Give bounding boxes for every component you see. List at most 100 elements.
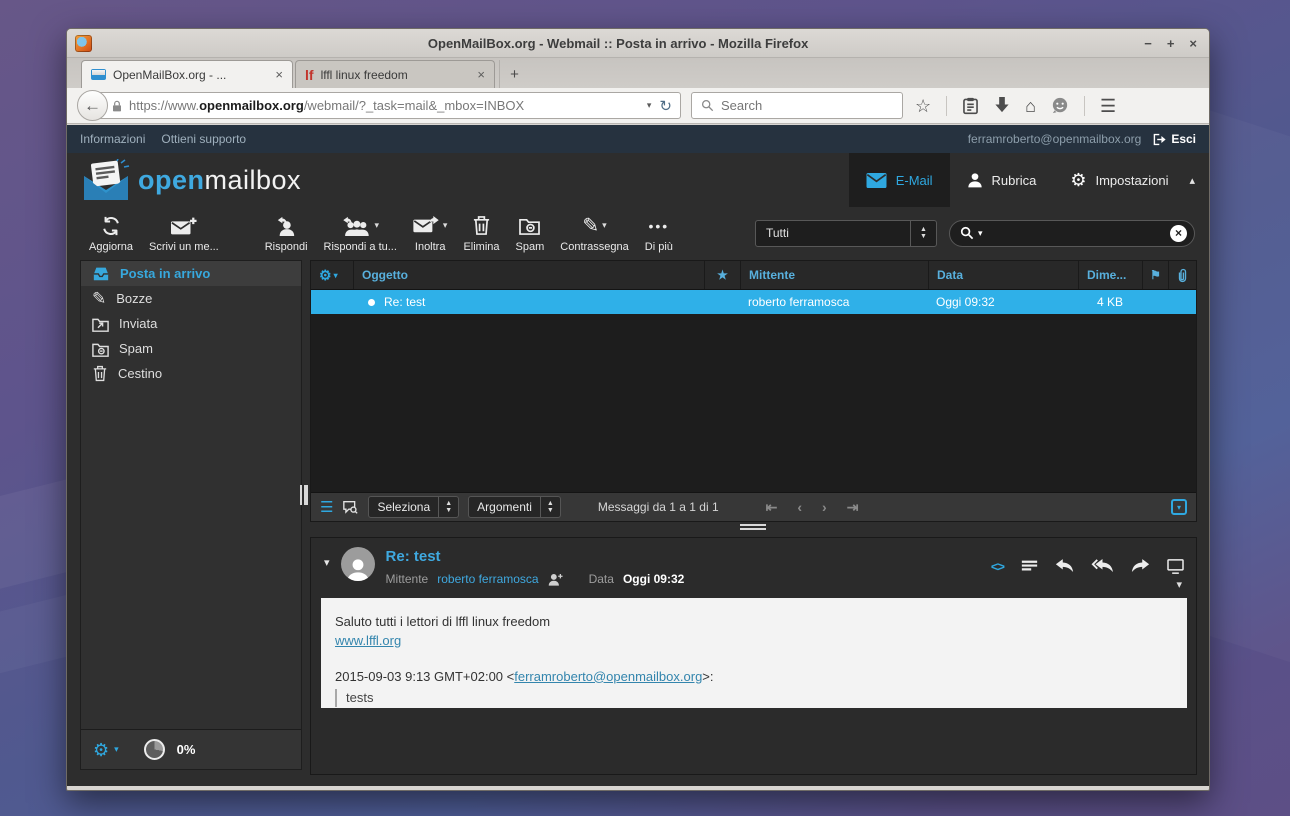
folder-drafts[interactable]: ✎ Bozze [81, 286, 301, 311]
mark-button[interactable]: ✎ ▾ Contrassegna [552, 214, 637, 253]
message-row[interactable]: Re: test roberto ferramosca Oggi 09:32 4… [311, 290, 1196, 314]
more-dots-icon: ••• [648, 214, 669, 238]
browser-search-box[interactable] [691, 92, 903, 119]
email-link[interactable]: ferramroberto@openmailbox.org [514, 669, 702, 684]
mail-search-input[interactable] [987, 226, 1166, 240]
threads-dropdown[interactable]: Argomenti ▲▼ [468, 496, 561, 518]
tab-close-icon[interactable]: × [275, 67, 283, 82]
select-spinner-icon: ▲▼ [910, 221, 936, 246]
folder-sent[interactable]: Inviata [81, 311, 301, 336]
bookmark-star-icon[interactable]: ☆ [915, 97, 931, 115]
downloads-icon[interactable] [994, 97, 1010, 114]
reply-all-icon[interactable] [1091, 559, 1114, 573]
sent-folder-icon [92, 316, 109, 332]
folder-options-gear-icon[interactable]: ⚙ [93, 741, 109, 759]
column-flag-icon[interactable]: ⚑ [1142, 261, 1168, 289]
chevron-down-icon[interactable]: ▾ [602, 220, 607, 231]
tab-openmailbox[interactable]: OpenMailBox.org - ... × [81, 60, 293, 88]
folder-inbox[interactable]: Posta in arrivo [81, 261, 301, 286]
collapse-message-icon[interactable]: ▾ [324, 556, 330, 596]
next-page-icon[interactable]: › [822, 499, 827, 515]
home-icon[interactable]: ⌂ [1025, 97, 1036, 115]
search-options-caret[interactable]: ▾ [978, 228, 983, 239]
browser-search-input[interactable] [721, 98, 893, 113]
hello-smiley-icon[interactable] [1051, 97, 1069, 114]
select-messages-dropdown[interactable]: Seleziona ▲▼ [368, 496, 459, 518]
mail-search-box[interactable]: ▾ × [949, 220, 1195, 247]
forward-icon[interactable] [1131, 559, 1150, 573]
logout-button[interactable]: Esci [1153, 132, 1196, 146]
list-options-button[interactable]: ⚙ ▾ [311, 261, 353, 289]
url-bar[interactable]: https://www.openmailbox.org/webmail/?_ta… [96, 92, 681, 119]
column-date[interactable]: Data [928, 261, 1078, 289]
pencil-icon: ✎ [582, 216, 599, 236]
minimize-button[interactable]: − [1144, 36, 1152, 51]
tab-lffl[interactable]: lf lffl linux freedom × [295, 60, 495, 88]
list-view-icon[interactable]: ☰ [320, 498, 333, 516]
reload-icon[interactable]: ↻ [659, 97, 672, 115]
vertical-splitter-handle[interactable] [300, 485, 308, 505]
info-link[interactable]: Informazioni [80, 132, 145, 146]
add-contact-icon[interactable] [548, 573, 564, 586]
pencil-icon: ✎ [92, 290, 106, 307]
compose-button[interactable]: Scrivi un me... [141, 214, 227, 253]
menu-hamburger-icon[interactable]: ☰ [1100, 97, 1116, 115]
chat-search-icon[interactable] [342, 500, 359, 515]
column-attachment-icon[interactable] [1168, 261, 1196, 289]
reply-icon[interactable] [1055, 559, 1074, 573]
message-text-icon[interactable] [1021, 559, 1038, 573]
quoted-text: tests [335, 689, 1173, 708]
delete-button[interactable]: Elimina [455, 214, 507, 253]
row-subject: Re: test [353, 290, 704, 314]
back-button[interactable]: ← [77, 90, 108, 121]
maximize-button[interactable]: + [1167, 36, 1175, 51]
message-body: Saluto tutti i lettori di lffl linux fre… [321, 598, 1187, 708]
lffl-favicon: lf [305, 68, 314, 82]
spam-button[interactable]: Spam [508, 214, 553, 253]
column-subject[interactable]: Oggetto [353, 261, 704, 289]
mail-main-area: Posta in arrivo ✎ Bozze Inviata [67, 259, 1209, 786]
clear-search-icon[interactable]: × [1170, 225, 1187, 242]
openmailbox-logo-icon [81, 159, 131, 201]
new-tab-button[interactable]: + [499, 60, 529, 88]
chevron-down-icon[interactable]: ▾ [114, 744, 119, 755]
row-star-cell[interactable] [704, 290, 740, 314]
row-flag-cell[interactable] [1142, 290, 1168, 314]
reply-all-button[interactable]: ▾ Rispondi a tu... [316, 214, 405, 253]
reply-button[interactable]: Rispondi [257, 214, 316, 253]
tab-close-icon[interactable]: × [477, 67, 485, 82]
body-link[interactable]: www.lffl.org [335, 633, 401, 648]
sender-link[interactable]: roberto ferramosca [437, 572, 538, 586]
folder-trash[interactable]: Cestino [81, 361, 301, 386]
html-source-icon[interactable]: <> [991, 559, 1004, 574]
chevron-down-icon[interactable]: ▾ [374, 220, 379, 231]
nav-email[interactable]: E-Mail [849, 153, 950, 207]
more-headers-icon[interactable]: ▾ [1176, 578, 1182, 591]
preview-toggle-icon[interactable]: ▾ [1171, 499, 1187, 515]
support-link[interactable]: Ottieni supporto [161, 132, 246, 146]
forward-button[interactable]: ▾ Inoltra [405, 214, 456, 253]
bookmarks-list-icon[interactable] [962, 97, 979, 115]
nav-contacts[interactable]: Rubrica [950, 153, 1054, 207]
more-button[interactable]: ••• Di più [637, 214, 681, 253]
body-line: Saluto tutti i lettori di lffl linux fre… [335, 613, 1173, 632]
filter-scope-select[interactable]: Tutti ▲▼ [755, 220, 937, 247]
horizontal-splitter-handle[interactable] [740, 524, 766, 530]
previous-page-icon[interactable]: ‹ [797, 499, 802, 515]
column-size[interactable]: Dime... [1078, 261, 1142, 289]
first-page-icon[interactable]: ⇤ [766, 499, 778, 516]
collapse-header-icon[interactable]: ▴ [1185, 153, 1209, 207]
column-sender[interactable]: Mittente [740, 261, 928, 289]
folder-spam[interactable]: Spam [81, 336, 301, 361]
close-button[interactable]: × [1189, 36, 1197, 51]
url-dropdown-icon[interactable]: ▾ [647, 100, 652, 111]
nav-settings[interactable]: ⚙ Impostazioni [1053, 153, 1185, 207]
gear-icon: ⚙ [319, 267, 332, 284]
window-titlebar[interactable]: OpenMailBox.org - Webmail :: Posta in ar… [67, 29, 1209, 58]
refresh-button[interactable]: Aggiorna [81, 214, 141, 253]
open-in-window-icon[interactable] [1167, 559, 1184, 574]
column-flagged-star-icon[interactable]: ★ [704, 261, 740, 289]
chevron-down-icon[interactable]: ▾ [443, 220, 448, 231]
last-page-icon[interactable]: ⇥ [847, 499, 859, 516]
tab-label: OpenMailBox.org - ... [113, 68, 226, 82]
